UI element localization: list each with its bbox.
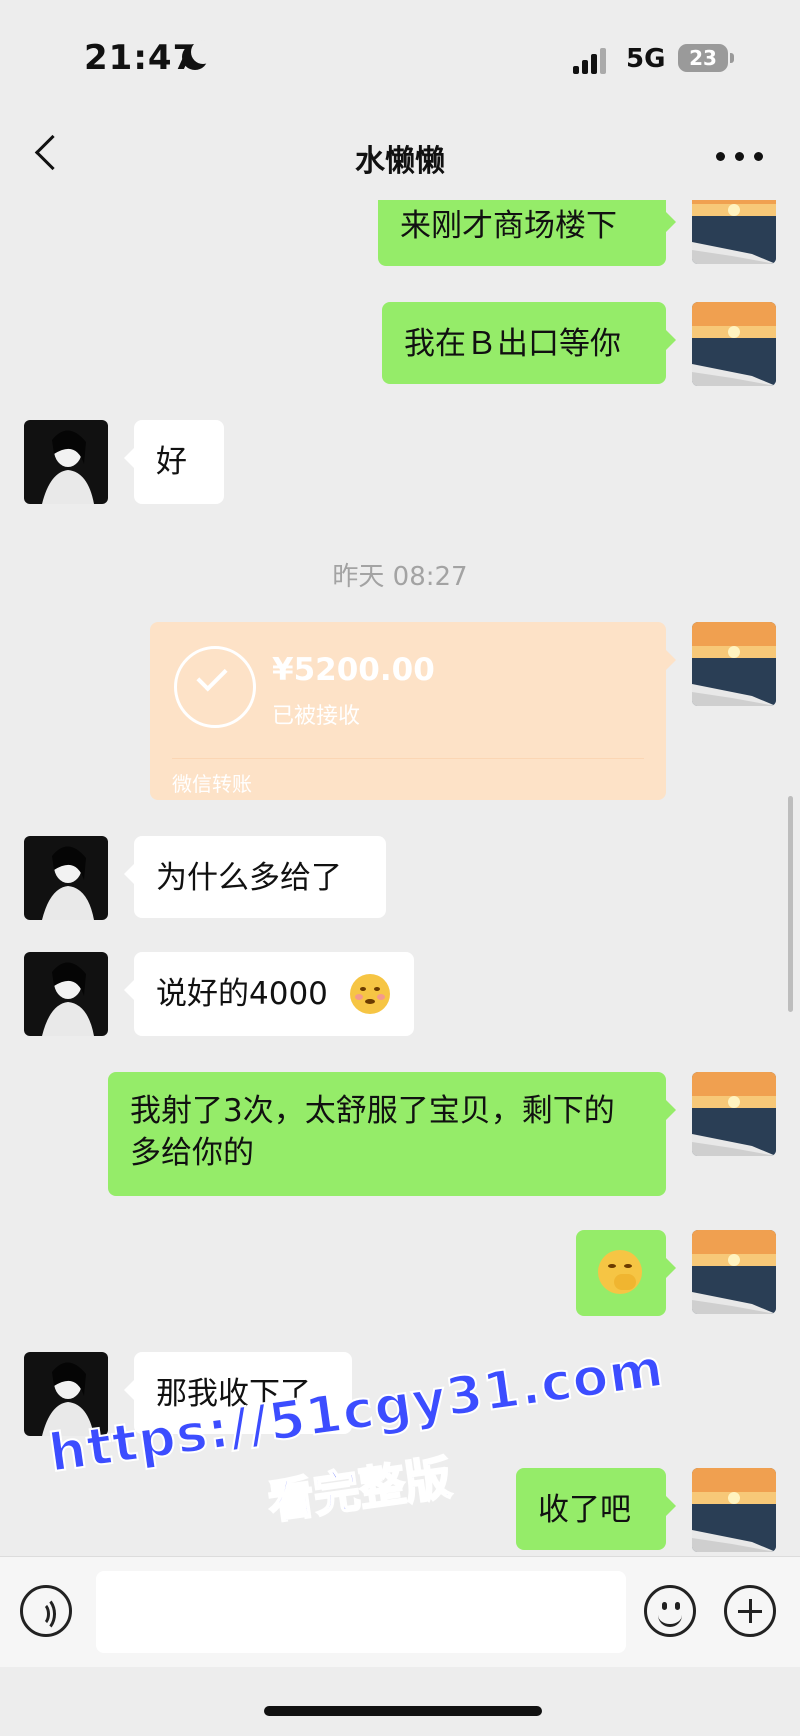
emoji-icon[interactable]: [644, 1585, 696, 1637]
signal-icon: [573, 46, 609, 74]
message-bubble[interactable]: 好: [124, 420, 224, 504]
avatar-self[interactable]: [692, 1072, 776, 1156]
avatar-self[interactable]: [692, 200, 776, 264]
avatar-contact[interactable]: [24, 952, 108, 1036]
check-icon: [174, 646, 256, 728]
battery-indicator: 23: [678, 44, 734, 72]
network-type: 5G: [626, 44, 666, 74]
plus-icon[interactable]: [724, 1585, 776, 1637]
avatar-contact[interactable]: [24, 836, 108, 920]
transfer-status: 已被接收: [272, 704, 361, 729]
divider: [172, 758, 644, 759]
transfer-amount: ¥5200.00: [272, 652, 435, 688]
avatar-self[interactable]: [692, 302, 776, 386]
avatar-contact[interactable]: [24, 1352, 108, 1436]
message-bubble[interactable]: 我射了3次，太舒服了宝贝，剩下的多给你的: [108, 1072, 676, 1196]
message-bubble[interactable]: 说好的4000: [124, 952, 414, 1036]
timestamp-separator: 昨天 08:27: [332, 562, 468, 592]
message-bubble[interactable]: 来刚才商场楼下: [378, 200, 676, 266]
message-text: 说好的4000: [156, 976, 328, 1012]
more-icon[interactable]: [716, 150, 764, 164]
transfer-brand: 微信转账: [172, 772, 252, 796]
message-bubble[interactable]: 收了吧: [516, 1468, 676, 1550]
chat-area[interactable]: 来刚才商场楼下 我在Ｂ出口等你 好 昨天 08:27 ¥5200.00 已被接收…: [0, 200, 800, 1556]
voice-icon[interactable]: [20, 1585, 72, 1637]
chat-title: 水懒懒: [355, 144, 445, 179]
avatar-self[interactable]: [692, 622, 776, 706]
blushing-emoji: [350, 974, 390, 1014]
message-input[interactable]: [96, 1571, 626, 1653]
message-bubble[interactable]: [576, 1230, 676, 1316]
message-bubble[interactable]: 为什么多给了: [124, 836, 386, 918]
home-indicator[interactable]: [264, 1706, 542, 1716]
shy-emoji: [598, 1250, 642, 1294]
message-bubble[interactable]: 那我收下了: [124, 1352, 352, 1434]
avatar-self[interactable]: [692, 1468, 776, 1552]
moon-icon: [182, 40, 215, 70]
status-time: 21:47: [84, 38, 198, 78]
avatar-contact[interactable]: [24, 420, 108, 504]
scroll-indicator[interactable]: [788, 796, 793, 1012]
transfer-card[interactable]: ¥5200.00 已被接收 微信转账: [150, 622, 676, 800]
input-bar: [0, 1556, 800, 1667]
status-bar: 21:47 5G 23: [0, 0, 800, 110]
avatar-self[interactable]: [692, 1230, 776, 1314]
nav-bar: 水懒懒: [0, 110, 800, 200]
message-bubble[interactable]: 我在Ｂ出口等你: [382, 302, 676, 384]
